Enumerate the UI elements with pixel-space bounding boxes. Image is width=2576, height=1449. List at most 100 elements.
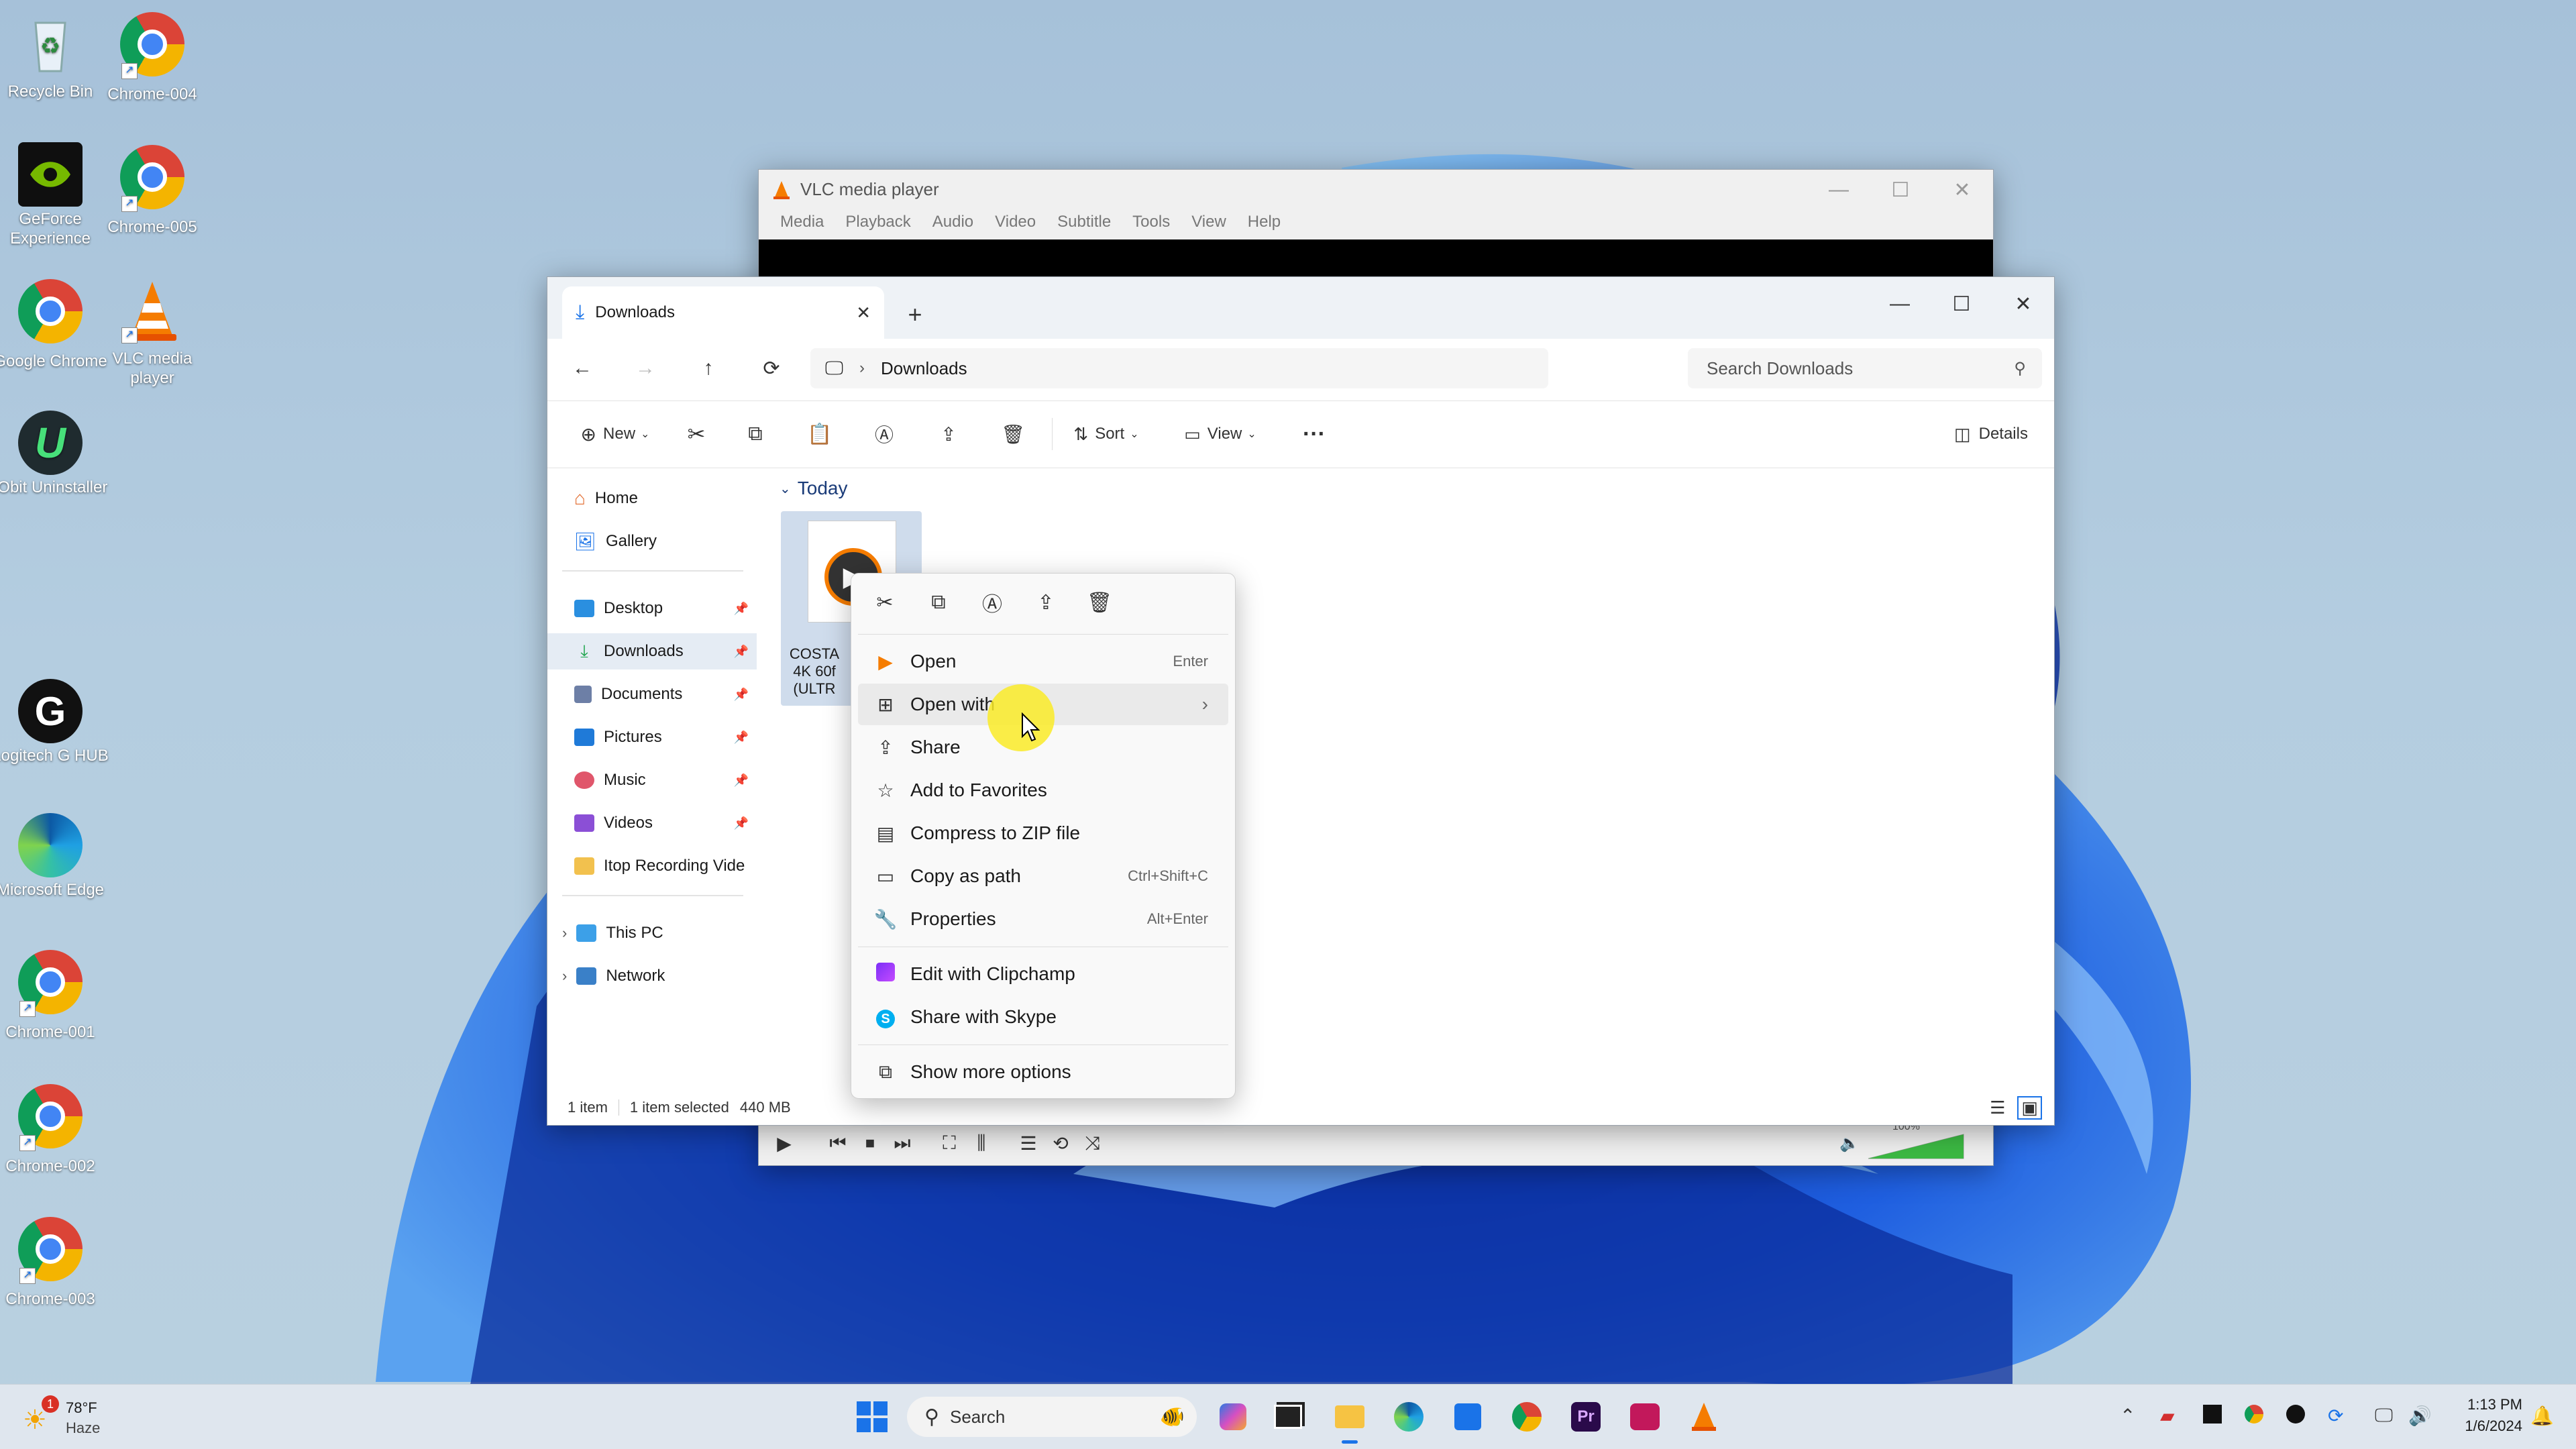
speaker-icon[interactable]: 🔈 [1833,1127,1866,1159]
desktop-icon-vlc[interactable]: ↗ VLC media player [92,276,213,388]
vlc-menu-tools[interactable]: Tools [1122,213,1181,231]
breadcrumb[interactable]: 🖵 › Downloads [810,348,1548,388]
taskbar-search-box[interactable]: ⚲ Search 🐠 [907,1397,1197,1437]
vlc-menu-help[interactable]: Help [1237,213,1291,231]
desktop-icon-chrome-004[interactable]: ↗ Chrome-004 [92,9,213,104]
play-icon[interactable]: ▶ [768,1127,800,1159]
copilot-icon[interactable] [1213,1397,1253,1437]
delete-icon[interactable]: 🗑 [1073,584,1126,621]
chevron-right-icon[interactable]: › [562,967,567,985]
pin-icon[interactable]: 📌 [734,602,749,616]
back-arrow-icon[interactable]: ← [562,348,602,388]
tray-app-icon[interactable]: ▰ [2160,1405,2175,1427]
notification-bell-icon[interactable]: 🔔 [2530,1405,2554,1427]
loop-icon[interactable]: ⟲ [1044,1127,1077,1159]
menu-item-edit-with-clipchamp[interactable]: Edit with Clipchamp [858,953,1228,995]
copy-icon[interactable]: ⧉ [912,584,965,621]
details-button[interactable]: ◫ Details [1937,414,2045,454]
new-tab-button[interactable]: + [896,296,934,333]
vlc-menu-video[interactable]: Video [984,213,1046,231]
desktop-icon-chrome-005[interactable]: ↗ Chrome-005 [92,142,213,237]
chevron-right-icon[interactable]: › [562,924,567,942]
nav-item-pictures[interactable]: Pictures 📌 [574,719,757,755]
nav-item-this-pc[interactable]: › This PC [562,915,757,951]
rename-icon[interactable]: Ⓐ [852,414,916,454]
view-button[interactable]: ▭ View ⌄ [1167,414,1274,454]
desktop-icon-chrome-001[interactable]: ↗ Chrome-001 [0,947,111,1042]
premiere-pro-icon[interactable]: Pr [1566,1397,1606,1437]
vlc-close-button[interactable]: ✕ [1931,170,1993,210]
nav-item-network[interactable]: › Network [562,958,757,994]
close-button[interactable]: ✕ [1992,284,2054,324]
breadcrumb-downloads[interactable]: Downloads [881,358,967,379]
desktop-icon-iobit[interactable]: U IObit Uninstaller [0,411,111,497]
clock[interactable]: 1:13 PM 1/6/2024 [2442,1394,2522,1437]
tiles-view-icon[interactable]: ▣ [2017,1095,2042,1120]
start-button[interactable] [852,1397,892,1437]
share-icon[interactable]: ⇪ [1019,584,1073,621]
shuffle-icon[interactable]: ⤨ [1077,1127,1109,1159]
menu-item-compress-zip[interactable]: ▤ Compress to ZIP file [858,812,1228,854]
forward-arrow-icon[interactable]: → [625,348,665,388]
screen-recorder-icon[interactable] [1625,1397,1665,1437]
show-hidden-icons-chevron[interactable]: ⌃ [2120,1405,2135,1427]
volume-slider[interactable]: 100% [1866,1121,1966,1160]
fullscreen-icon[interactable]: ⛶ [933,1127,965,1159]
vlc-minimize-button[interactable]: — [1808,170,1870,210]
desktop-icon-edge[interactable]: Microsoft Edge [0,813,111,900]
nav-item-downloads[interactable]: ⤓ Downloads 📌 [547,633,757,669]
cut-icon[interactable]: ✂ [669,414,723,454]
volume-icon[interactable]: 🔊 [2408,1405,2432,1427]
minimize-button[interactable]: — [1869,284,1931,324]
more-options-icon[interactable]: ··· [1287,414,1341,454]
new-button[interactable]: ⊕ New ⌄ [572,414,659,454]
pin-icon[interactable]: 📌 [734,773,749,788]
menu-item-add-to-favorites[interactable]: ☆ Add to Favorites [858,769,1228,811]
store-taskbar-icon[interactable] [1448,1397,1488,1437]
sort-button[interactable]: ⇅ Sort ⌄ [1059,414,1153,454]
file-explorer-taskbar-icon[interactable] [1330,1397,1370,1444]
chrome-tray-icon[interactable] [2245,1405,2263,1428]
next-icon[interactable]: ⏭ [886,1127,918,1159]
tab-downloads[interactable]: ⤓ Downloads ✕ [562,286,884,339]
vlc-taskbar-icon[interactable] [1684,1397,1724,1437]
sync-tray-icon[interactable]: ⟳ [2328,1405,2343,1427]
playlist-icon[interactable]: ☰ [1012,1127,1044,1159]
equalizer-icon[interactable]: ⫼ [965,1127,998,1159]
pin-icon[interactable]: 📌 [734,645,749,659]
nav-item-gallery[interactable]: 🖼 Gallery [574,523,757,559]
refresh-icon[interactable]: ⟳ [751,348,792,388]
group-header-today[interactable]: ⌄ Today [780,478,847,499]
paste-icon[interactable]: 📋 [788,414,852,454]
nav-item-documents[interactable]: Documents 📌 [574,676,757,712]
nvidia-tray-icon[interactable] [2203,1405,2222,1428]
edge-taskbar-icon[interactable] [1389,1397,1429,1437]
network-icon[interactable]: 🖵 [2375,1405,2393,1427]
nav-item-home[interactable]: ⌂ Home [574,480,757,517]
file-explorer-window[interactable]: ⤓ Downloads ✕ + — ☐ ✕ ← → ↑ ⟳ 🖵 › Downlo… [547,276,2055,1126]
search-input[interactable]: Search Downloads ⚲ [1688,348,2042,388]
pin-icon[interactable]: 📌 [734,816,749,830]
menu-item-copy-as-path[interactable]: ▭ Copy as path Ctrl+Shift+C [858,855,1228,897]
weather-widget[interactable]: ☀ 1 78°F Haze [23,1394,117,1441]
up-arrow-icon[interactable]: ↑ [688,348,729,388]
delete-icon[interactable]: 🗑 [981,414,1045,454]
stop-icon[interactable]: ⏹ [854,1127,886,1159]
menu-item-open[interactable]: ▶ Open Enter [858,641,1228,682]
chrome-taskbar-icon[interactable] [1507,1397,1547,1437]
nav-item-itop-recording[interactable]: Itop Recording Vide [574,848,757,884]
vlc-menu-playback[interactable]: Playback [835,213,921,231]
previous-icon[interactable]: ⏮ [822,1127,854,1159]
pin-icon[interactable]: 📌 [734,688,749,702]
nav-item-videos[interactable]: Videos 📌 [574,805,757,841]
list-view-icon[interactable]: ☰ [1990,1097,2005,1118]
vlc-maximize-button[interactable]: ☐ [1870,170,1931,210]
pin-icon[interactable]: 📌 [734,731,749,745]
task-view-icon[interactable] [1268,1397,1308,1437]
nav-item-desktop[interactable]: Desktop 📌 [574,590,757,627]
vlc-menu-audio[interactable]: Audio [922,213,984,231]
vlc-menu-subtitle[interactable]: Subtitle [1046,213,1122,231]
desktop-icon-chrome-002[interactable]: ↗ Chrome-002 [0,1081,111,1176]
share-icon[interactable]: ⇪ [916,414,981,454]
close-tab-icon[interactable]: ✕ [856,303,871,323]
